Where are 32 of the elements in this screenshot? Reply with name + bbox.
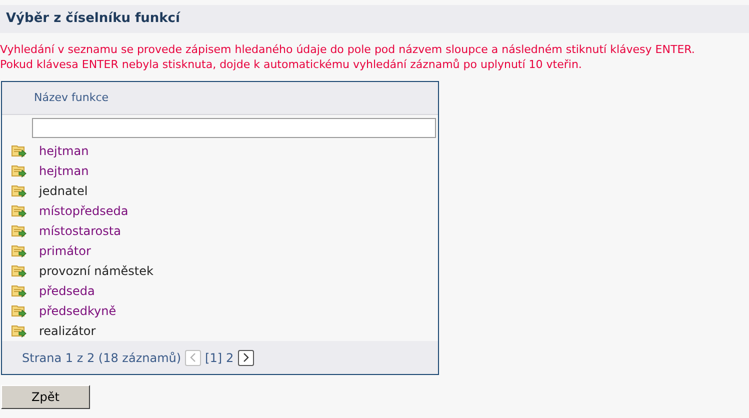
folder-arrow-icon bbox=[11, 304, 27, 318]
folder-arrow-icon bbox=[11, 164, 27, 178]
notice-text: Vyhledání v seznamu se provede zápisem hledaného údaje do pole pod názvem sloupce a následném stiknutí klávesy ENTER. bbox=[0, 42, 695, 57]
chevron-right-icon bbox=[242, 353, 249, 362]
function-link[interactable]: hejtman bbox=[39, 162, 89, 180]
folder-arrow-icon bbox=[11, 144, 27, 158]
function-link[interactable]: provozní náměstek bbox=[39, 262, 154, 280]
folder-arrow-icon bbox=[11, 264, 27, 278]
folder-arrow-icon bbox=[11, 244, 27, 258]
function-link[interactable]: hejtman bbox=[39, 142, 89, 160]
back-button[interactable]: Zpět bbox=[1, 385, 90, 409]
function-link[interactable]: předsedkyně bbox=[39, 302, 116, 320]
page-link[interactable]: 2 bbox=[226, 348, 234, 366]
page-title: Výběr z číselníku funkcí bbox=[6, 10, 180, 28]
page-link[interactable]: [1] bbox=[205, 348, 222, 366]
folder-arrow-icon bbox=[11, 184, 27, 198]
chevron-left-icon bbox=[190, 353, 196, 362]
notice-text: Pokud klávesa ENTER nebyla stisknuta, dojde k automatickému vyhledání záznamů po uplynutí 10 vteřin. bbox=[0, 57, 582, 72]
function-link[interactable]: místopředseda bbox=[39, 202, 128, 220]
folder-arrow-icon bbox=[11, 324, 27, 338]
folder-arrow-icon bbox=[11, 284, 27, 298]
filter-field[interactable] bbox=[32, 118, 436, 138]
folder-arrow-icon bbox=[11, 224, 27, 238]
function-link[interactable]: realizátor bbox=[39, 322, 96, 340]
folder-arrow-icon bbox=[11, 204, 27, 218]
function-link[interactable]: místostarosta bbox=[39, 222, 121, 240]
next-page-button[interactable] bbox=[238, 350, 254, 366]
function-link[interactable]: jednatel bbox=[39, 182, 88, 200]
column-header[interactable]: Název funkce bbox=[34, 90, 109, 106]
function-link[interactable]: předseda bbox=[39, 282, 95, 300]
page-summary: Strana 1 z 2 (18 záznamů) bbox=[22, 350, 182, 366]
function-link[interactable]: primátor bbox=[39, 242, 91, 260]
